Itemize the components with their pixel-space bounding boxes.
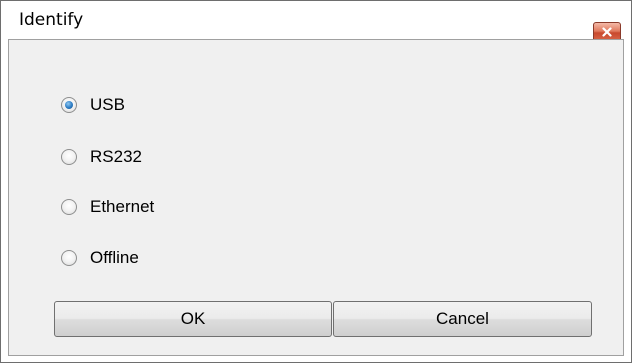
radio-option-ethernet[interactable]: Ethernet [61,194,154,220]
close-icon [602,27,612,37]
radio-option-rs232[interactable]: RS232 [61,144,142,170]
radio-button-offline[interactable] [61,250,77,266]
radio-button-usb[interactable] [61,97,77,113]
title-bar[interactable]: Identify [1,1,631,39]
radio-button-ethernet[interactable] [61,199,77,215]
dialog-title: Identify [19,10,84,30]
ok-button[interactable]: OK [54,301,332,337]
radio-option-usb[interactable]: USB [61,92,125,118]
radio-label-ethernet: Ethernet [90,197,155,216]
cancel-button[interactable]: Cancel [333,301,592,337]
dialog-body: USB RS232 Ethernet Offline OK Cancel [8,39,624,356]
radio-button-rs232[interactable] [61,149,77,165]
radio-label-rs232: RS232 [90,147,142,166]
radio-label-offline: Offline [90,248,139,267]
identify-dialog: Identify USB RS232 Ethernet Offline OK C… [0,0,632,363]
radio-label-usb: USB [90,95,125,114]
radio-option-offline[interactable]: Offline [61,245,139,271]
